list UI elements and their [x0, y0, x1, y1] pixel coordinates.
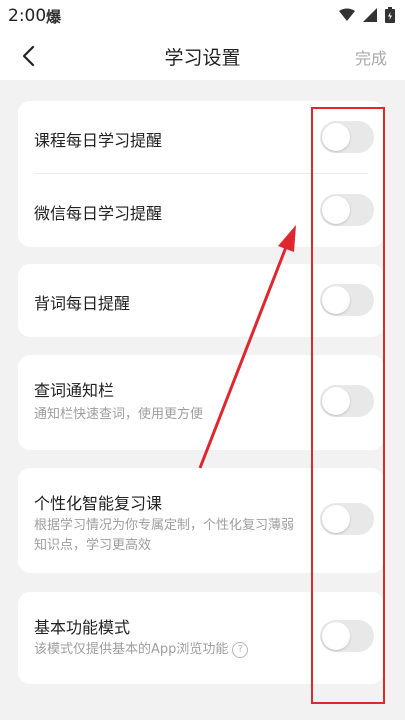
wifi-icon	[339, 8, 355, 21]
setting-description: 根据学习情况为你专属定制，个性化复习薄弱知识点，学习更高效	[34, 518, 295, 553]
setting-description-wrap: 该模式仅提供基本的App浏览功能?	[34, 640, 304, 660]
system-icons	[339, 7, 395, 23]
setting-label: 微信每日学习提醒	[34, 204, 163, 223]
setting-description: 通知栏快速查词，使用更方便	[34, 407, 204, 422]
setting-label: 背词每日提醒	[34, 294, 131, 313]
status-bar: 2:00 爆	[0, 0, 405, 32]
status-time: 2:00	[8, 6, 47, 26]
help-icon[interactable]: ?	[232, 641, 249, 658]
app-bar: 学习设置 完成	[0, 32, 405, 80]
annotation-highlight-box	[311, 107, 385, 704]
setting-label: 查词通知栏	[34, 381, 115, 400]
page-title: 学习设置	[164, 47, 241, 69]
setting-label: 个性化智能复习课	[34, 494, 163, 513]
notification-icon: 爆	[46, 8, 62, 26]
battery-icon	[385, 7, 395, 23]
setting-label: 课程每日学习提醒	[34, 131, 163, 150]
done-button[interactable]: 完成	[355, 45, 387, 69]
setting-label: 基本功能模式	[34, 618, 131, 637]
setting-description: 该模式仅提供基本的App浏览功能	[34, 642, 229, 657]
signal-icon	[363, 8, 377, 22]
